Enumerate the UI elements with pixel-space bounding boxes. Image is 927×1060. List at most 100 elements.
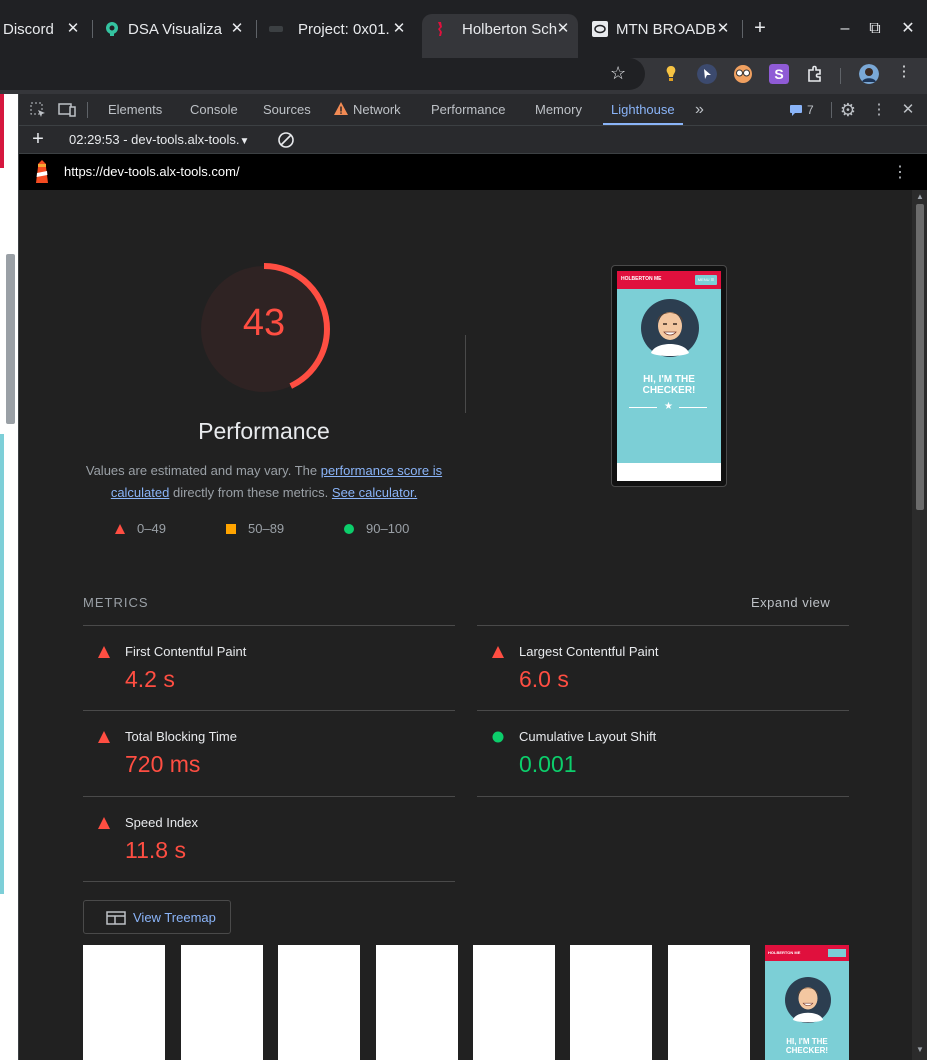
checker-avatar-icon	[785, 977, 831, 1023]
filmstrip-frame-final[interactable]: HOLBERTON ME HI, I'M THE CHECKER!	[765, 945, 849, 1060]
filmstrip-frame[interactable]	[570, 945, 652, 1060]
tab-mtn[interactable]: MTN BROADB ✕	[584, 14, 738, 44]
treemap-icon	[106, 911, 126, 925]
browser-tab-strip: Discord ✕ DSA Visualiza ✕ Project: 0x01.…	[0, 0, 927, 58]
report-selector[interactable]: 02:29:53 - dev-tools.alx-tools.▼	[69, 132, 249, 147]
filmstrip-frame[interactable]	[278, 945, 360, 1060]
close-window-button[interactable]: ✕	[897, 18, 919, 40]
filmstrip-frame[interactable]	[668, 945, 750, 1060]
metric-speed-index: Speed Index 11.8 s	[83, 796, 455, 882]
metric-name: First Contentful Paint	[125, 644, 247, 659]
extension-s-icon[interactable]: S	[769, 64, 789, 84]
tab-performance[interactable]: Performance	[431, 94, 505, 125]
fail-triangle-icon	[492, 646, 504, 658]
extensions-puzzle-icon[interactable]	[805, 64, 825, 84]
expand-view-toggle[interactable]: Expand view	[751, 595, 830, 610]
tab-title: Holberton Sch	[462, 20, 558, 38]
issues-count: 7	[807, 103, 814, 117]
restore-button[interactable]: ⧉	[864, 18, 886, 40]
filmstrip-frame[interactable]	[83, 945, 165, 1060]
tab-dsa-visualizer[interactable]: DSA Visualiza ✕	[100, 14, 252, 44]
metric-value: 6.0 s	[519, 666, 569, 692]
close-icon[interactable]: ✕	[390, 20, 408, 38]
device-toolbar-icon[interactable]	[57, 100, 77, 120]
tab-title: MTN BROADB	[616, 20, 717, 38]
tab-network[interactable]: Network	[353, 94, 401, 125]
metric-name: Largest Contentful Paint	[519, 644, 659, 659]
metric-value: 4.2 s	[125, 666, 175, 692]
extension-bulb-icon[interactable]	[661, 64, 681, 84]
chevron-down-icon: ▼	[239, 136, 250, 147]
clear-reports-icon[interactable]	[277, 131, 295, 149]
description-text: Values are estimated and may vary. The	[85, 463, 321, 478]
tab-holberton[interactable]: Holberton Sch ✕	[422, 14, 578, 58]
scroll-up-icon[interactable]: ▲	[915, 193, 925, 201]
scale-label: 0–49	[137, 521, 166, 536]
inspect-element-icon[interactable]	[28, 100, 48, 120]
close-icon[interactable]: ✕	[64, 20, 82, 38]
extension-glasses-icon[interactable]	[733, 64, 753, 84]
metric-name: Speed Index	[125, 815, 199, 830]
filmstrip-frame[interactable]	[376, 945, 458, 1060]
minimize-button[interactable]: –	[834, 18, 856, 40]
tab-memory[interactable]: Memory	[535, 94, 582, 125]
filmstrip-frame[interactable]	[181, 945, 263, 1060]
holberton-icon	[438, 22, 442, 36]
tab-title: Discord	[3, 20, 54, 38]
filmstrip-frame[interactable]	[473, 945, 555, 1060]
address-bar[interactable]: ☆	[0, 58, 645, 90]
scrollbar-thumb[interactable]	[916, 204, 924, 510]
tab-sources[interactable]: Sources	[263, 94, 311, 125]
browser-menu-icon[interactable]: ⋮	[894, 62, 914, 82]
tab-console[interactable]: Console	[190, 94, 238, 125]
see-calculator-link[interactable]: See calculator.	[332, 485, 417, 500]
metric-largest-contentful-paint: Largest Contentful Paint 6.0 s	[477, 625, 849, 711]
devtools-menu-icon[interactable]: ⋮	[869, 100, 889, 120]
view-treemap-button[interactable]: View Treemap	[83, 900, 231, 934]
metric-first-contentful-paint: First Contentful Paint 4.2 s	[83, 625, 455, 711]
close-icon[interactable]: ✕	[554, 20, 572, 38]
preview-menu: MENU ☰	[695, 275, 717, 285]
tab-lighthouse[interactable]: Lighthouse	[603, 94, 683, 125]
add-report-button[interactable]: +	[28, 129, 48, 149]
close-icon[interactable]: ✕	[714, 20, 732, 38]
message-icon	[790, 105, 802, 116]
pass-circle-icon	[492, 731, 504, 743]
report-menu-icon[interactable]: ⋮	[892, 162, 908, 182]
fail-triangle-icon	[98, 817, 110, 829]
metric-value: 11.8 s	[125, 837, 186, 863]
view-treemap-label: View Treemap	[133, 910, 216, 925]
issues-button[interactable]: 7	[789, 100, 821, 120]
page-scrollbar[interactable]	[6, 254, 15, 424]
devtools-panel: Elements Console Sources Network Perform…	[18, 94, 927, 1060]
settings-gear-icon[interactable]: ⚙	[838, 100, 858, 120]
bookmark-star-icon[interactable]: ☆	[610, 63, 626, 84]
metric-value: 0.001	[519, 751, 577, 777]
tab-title: Project: 0x01.	[298, 20, 390, 38]
tab-project[interactable]: Project: 0x01. ✕	[262, 14, 414, 44]
tab-elements[interactable]: Elements	[108, 94, 162, 125]
new-tab-button[interactable]: +	[750, 18, 770, 38]
warning-icon	[334, 102, 348, 115]
tab-discord[interactable]: Discord ✕	[0, 14, 88, 44]
preview-brand: HOLBERTON ME	[768, 950, 801, 955]
star-icon: ★	[664, 401, 673, 412]
close-devtools-icon[interactable]: ✕	[898, 100, 918, 120]
report-scrollbar[interactable]: ▲ ▼	[912, 190, 927, 1060]
close-icon[interactable]: ✕	[228, 20, 246, 38]
fail-triangle-icon	[115, 523, 125, 534]
more-tabs-button[interactable]: »	[695, 94, 704, 125]
final-screenshot-preview[interactable]: HOLBERTON ME MENU ☰ HI, I'M THE CHECKER!…	[611, 265, 727, 487]
preview-headline: HI, I'M THE CHECKER!	[785, 1037, 829, 1055]
mtn-icon	[592, 21, 608, 37]
metric-value: 720 ms	[125, 751, 201, 777]
avatar[interactable]	[859, 64, 879, 84]
extension-cursor-icon[interactable]	[697, 64, 717, 84]
devtools-tab-bar: Elements Console Sources Network Perform…	[19, 94, 927, 126]
scale-average: 50–89	[226, 521, 284, 536]
page-viewport-edge	[0, 94, 18, 1060]
category-title: Performance	[198, 418, 330, 444]
report-url[interactable]: https://dev-tools.alx-tools.com/	[64, 164, 240, 179]
scroll-down-icon[interactable]: ▼	[915, 1046, 925, 1054]
svg-text:S: S	[774, 66, 783, 82]
